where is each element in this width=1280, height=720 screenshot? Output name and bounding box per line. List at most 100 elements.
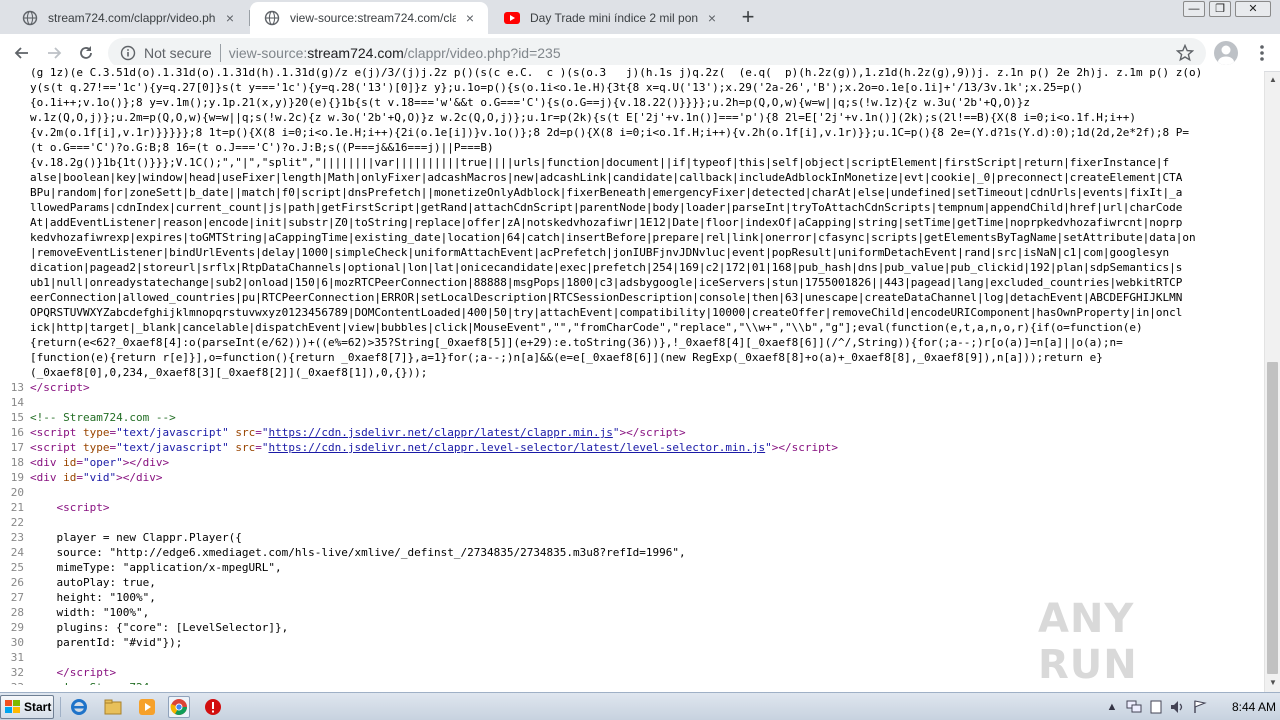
line-number: 29 [10,621,24,634]
address-bar[interactable]: Not secure view-source:stream724.com/cla… [108,38,1206,68]
volume-icon[interactable] [1170,699,1186,715]
source-line: 21 <script> [0,500,1264,515]
source-line: 26 autoPlay: true, [0,575,1264,590]
browser-window: stream724.com/clappr/video.php?id=235 × … [0,0,1280,720]
network-icon[interactable] [1126,699,1142,715]
line-number [0,350,30,365]
tab-view-source[interactable]: view-source:stream724.com/clappr/video.p… [250,2,488,34]
show-hidden-icons-arrow-icon[interactable]: ▲ [1104,699,1120,715]
scrollbar-thumb[interactable] [1267,362,1278,674]
tab-youtube[interactable]: Day Trade mini índice 2 mil pontos em 5 … [490,2,730,34]
line-code: <script> [56,501,110,514]
url-text[interactable]: view-source:stream724.com/clappr/video.p… [229,45,561,61]
source-line: {o.1i++;v.1o()};8 y=v.1m();y.1p.21(x,y)}… [0,95,1264,110]
line-number [0,365,30,380]
line-number [0,125,30,140]
browser-menu-button[interactable] [1252,42,1272,64]
windows-taskbar: Start ▲ 8:44 AM [0,692,1280,720]
internet-explorer-icon[interactable] [68,696,90,718]
source-line: {v.18.2g()}1b{1t()}}};V.1C();","|","spli… [0,155,1264,170]
source-line: (_0xaef8[0],0,234,_0xaef8[3][_0xaef8[2]]… [0,365,1264,380]
chrome-taskbar-icon[interactable] [168,696,190,718]
taskbar-clock[interactable]: 8:44 AM [1232,700,1276,714]
reload-icon [80,46,92,59]
forward-button[interactable] [42,41,66,65]
source-line: w.1z(Q,O,j)};u.2m=p(Q,O,w){w=w||q;s(!w.2… [0,110,1264,125]
tab-title: view-source:stream724.com/clappr/video.p… [290,11,456,25]
line-code: |removeEventListener|bindUrlEvents|delay… [30,246,1170,259]
line-code: <script type="text/javascript" src="http… [30,441,839,454]
close-tab-icon[interactable]: × [704,10,720,26]
line-number [0,230,30,245]
scroll-down-arrow-icon[interactable]: ▼ [1268,678,1278,688]
anyrun-watermark: ANY RUN [1038,596,1234,688]
info-icon[interactable] [120,45,136,61]
profile-avatar[interactable] [1214,41,1238,65]
line-number: 32 [10,666,24,679]
start-button[interactable]: Start [0,695,54,719]
line-code: {v.2m(o.1f[i],v.1r)}}}}};8 1t=p(){X(8 i=… [30,126,1189,139]
source-line: OPQRSTUVWXYZabcdefghijklmnopqrstuvwxyz01… [0,305,1264,320]
url-host: stream724.com [307,45,404,61]
stop-sign-icon[interactable] [202,696,224,718]
line-number [0,320,30,335]
bookmark-star-icon[interactable] [1175,43,1195,62]
kebab-menu-icon [1260,45,1264,61]
source-view[interactable]: (g 1z)(e C.3.51d(o).1.31d(o).1.31d(h).1.… [0,65,1264,685]
line-number: 13 [10,381,24,394]
line-code: ub1|null|onreadystatechange|sub2|onload|… [30,276,1183,289]
back-button[interactable] [10,41,34,65]
source-line: [function(e){return r[e]}],o=function(){… [0,350,1264,365]
line-number [0,200,30,215]
line-code: {return(e<62?_0xaef8[4]:o(parseInt(e/62)… [30,336,1123,349]
source-line: {return(e<62?_0xaef8[4]:o(parseInt(e/62)… [0,335,1264,350]
source-line: alse|boolean|key|window|head|useFixer|le… [0,170,1264,185]
line-code: BPu|random|for|zoneSett|b_date||match|f0… [30,186,1183,199]
media-player-icon[interactable] [136,696,158,718]
source-line: 19 <div id="vid"></div> [0,470,1264,485]
line-number: 15 [10,411,24,424]
youtube-icon [504,10,520,26]
new-tab-button[interactable]: + [736,6,760,30]
source-line: 22 [0,515,1264,530]
line-number [0,275,30,290]
source-link[interactable]: https://cdn.jsdelivr.net/clappr.level-se… [268,441,765,454]
source-line: 14 [0,395,1264,410]
source-line: kedvhozafiwrexp|expires|toGMTString|aCap… [0,230,1264,245]
line-number [0,245,30,260]
close-tab-icon[interactable]: × [222,10,238,26]
source-line: (t o.G==='C')?o.G:B;8 16=(t o.J==='C')?o… [0,140,1264,155]
line-code: (_0xaef8[0],0,234,_0xaef8[3][_0xaef8[2]]… [30,366,428,379]
source-line: At|addEventListener|reason|encode|init|s… [0,215,1264,230]
source-line: 24 source: "http://edge6.xmediaget.com/h… [0,545,1264,560]
line-number [0,80,30,95]
flag-icon[interactable] [1192,699,1208,715]
source-link[interactable]: https://cdn.jsdelivr.net/clappr/latest/c… [268,426,612,439]
file-explorer-icon[interactable] [102,696,124,718]
close-window-button[interactable]: ✕ [1235,1,1271,17]
source-line: 16 <script type="text/javascript" src="ht… [0,425,1264,440]
line-code: kedvhozafiwrexp|expires|toGMTString|aCap… [30,231,1196,244]
security-status[interactable]: Not secure [144,45,212,61]
system-tray: ▲ 8:44 AM [1104,695,1280,719]
reload-button[interactable] [74,41,98,65]
action-center-icon[interactable] [1148,699,1164,715]
line-number: 14 [10,396,24,409]
close-tab-icon[interactable]: × [462,10,478,26]
line-number: 22 [10,516,24,529]
source-line: {v.2m(o.1f[i],v.1r)}}}}};8 1t=p(){X(8 i=… [0,125,1264,140]
tab-title: stream724.com/clappr/video.php?id=235 [48,11,216,25]
source-line: dication|pagead2|storeurl|srflx|RtpDataC… [0,260,1264,275]
line-code: eerConnection|allowed_countries|pu|RTCPe… [30,291,1183,304]
line-number: 27 [10,591,24,604]
source-line: |removeEventListener|bindUrlEvents|delay… [0,245,1264,260]
minimize-button[interactable]: — [1183,1,1205,17]
tab-video-page[interactable]: stream724.com/clappr/video.php?id=235 × [8,2,248,34]
maximize-button[interactable]: ❐ [1209,1,1231,17]
scroll-up-arrow-icon[interactable]: ▲ [1268,75,1278,85]
vertical-scrollbar[interactable]: ▲ ▼ [1264,72,1280,692]
line-number: 20 [10,486,24,499]
watermark-text: ANY RUN [1038,596,1138,688]
